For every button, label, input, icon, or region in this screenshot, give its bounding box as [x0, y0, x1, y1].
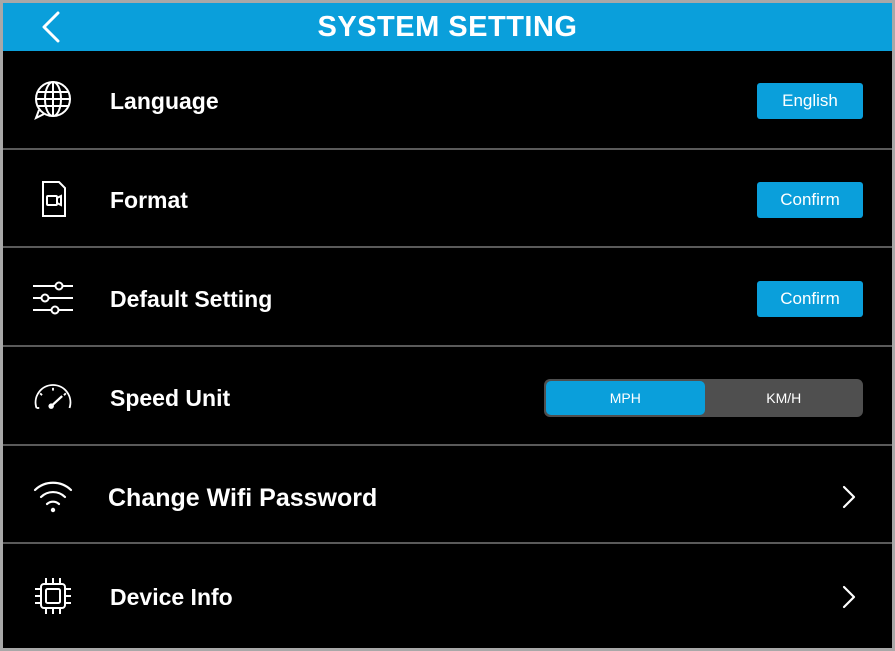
header-bar: SYSTEM SETTING — [3, 3, 892, 51]
settings-screen: SYSTEM SETTING Language English Format C… — [3, 3, 892, 648]
chevron-right-icon[interactable] — [839, 482, 859, 512]
setting-label: Format — [110, 187, 188, 213]
video-file-icon — [31, 177, 75, 221]
default-setting-confirm-button[interactable]: Confirm — [757, 281, 863, 317]
speed-unit-option-mph[interactable]: MPH — [546, 381, 705, 415]
setting-label: Language — [110, 88, 219, 114]
setting-row-speed-unit: Speed Unit MPH KM/H — [3, 347, 892, 446]
setting-row-change-wifi-password[interactable]: Change Wifi Password — [3, 446, 892, 544]
speed-unit-option-kmh[interactable]: KM/H — [705, 379, 864, 417]
chip-icon — [31, 574, 75, 618]
setting-label: Speed Unit — [110, 385, 231, 411]
page-title: SYSTEM SETTING — [317, 11, 578, 43]
setting-label: Default Setting — [110, 286, 273, 312]
globe-icon — [31, 78, 75, 122]
setting-row-language: Language English — [3, 51, 892, 150]
setting-label: Change Wifi Password — [108, 484, 378, 512]
setting-row-device-info[interactable]: Device Info — [3, 544, 892, 648]
format-confirm-button[interactable]: Confirm — [757, 182, 863, 218]
speed-unit-toggle: MPH KM/H — [544, 379, 863, 417]
speedometer-icon — [31, 375, 75, 419]
setting-row-default-setting: Default Setting Confirm — [3, 248, 892, 347]
setting-row-format: Format Confirm — [3, 150, 892, 248]
setting-label: Device Info — [110, 584, 233, 610]
chevron-right-icon[interactable] — [839, 582, 859, 612]
sliders-icon — [31, 276, 75, 320]
wifi-icon — [31, 474, 75, 518]
language-button[interactable]: English — [757, 83, 863, 119]
